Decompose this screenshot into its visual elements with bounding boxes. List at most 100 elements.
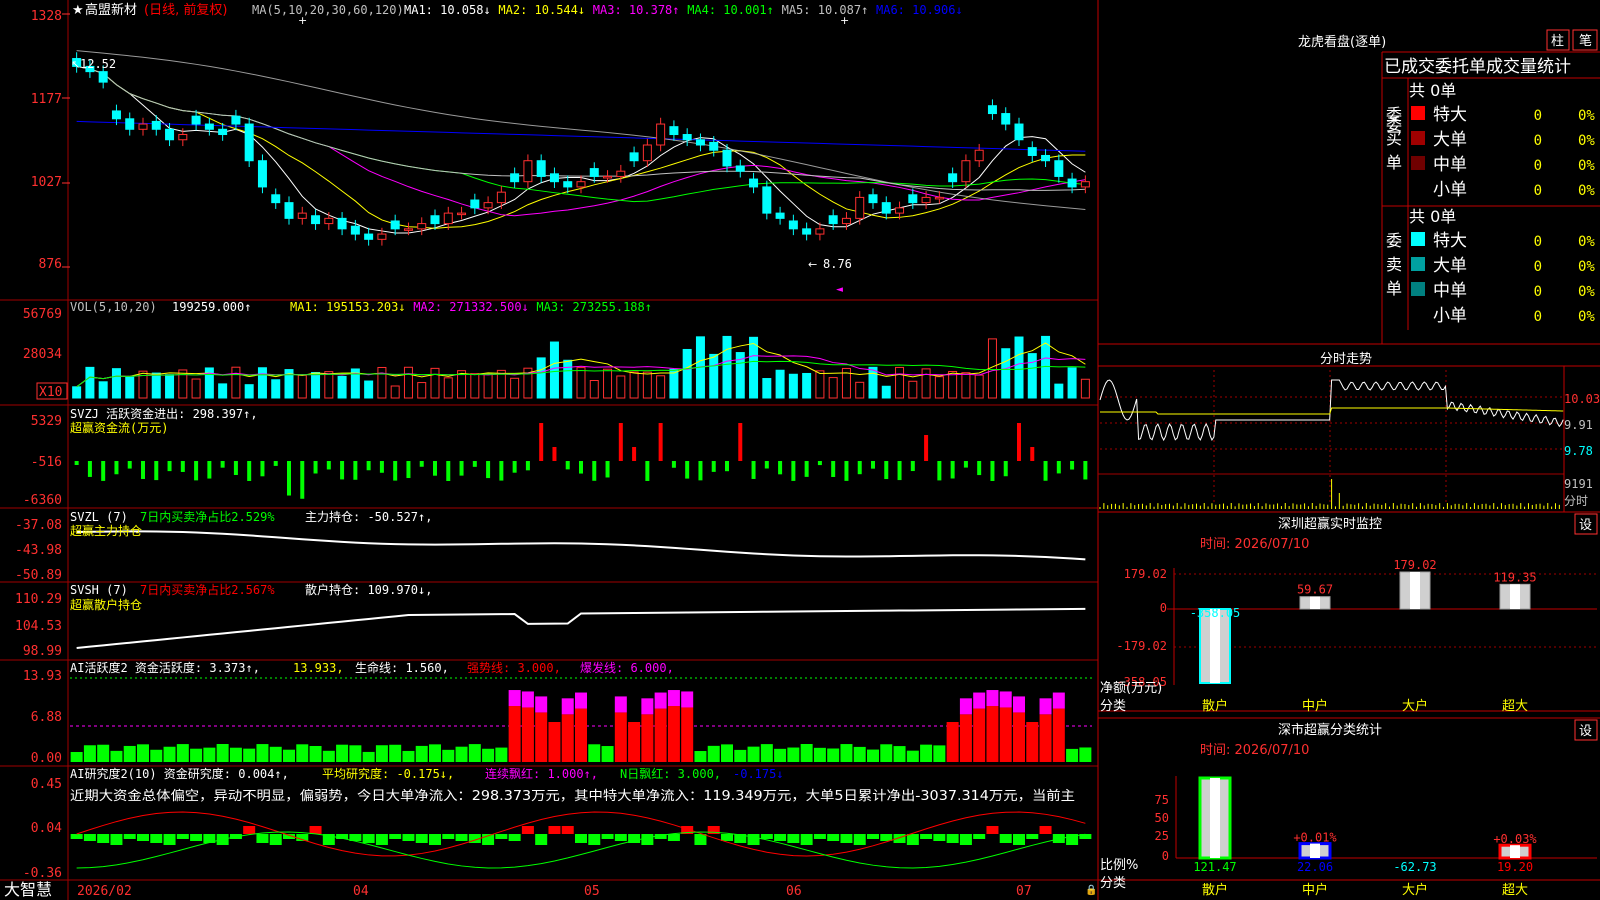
flow-bar [154,461,159,481]
activity-bar [375,745,388,762]
ma-value: MA1: 10.058↓ [404,3,491,17]
research-bar [176,834,189,839]
flow-bar [857,461,862,475]
flow-bar [725,461,729,472]
row-pct: 0% [1578,108,1595,124]
ai-research-header: AI研究度2(10) 资金研究度: 0.004↑, [70,766,289,781]
flow-bar [685,461,690,479]
research-bar [521,826,534,834]
activity-peak [959,698,972,715]
activity-bar [721,744,733,762]
intraday-axis-label: 10.03 [1564,392,1600,406]
research-bar [721,834,733,841]
candle-body [231,115,241,125]
date-axis-label: 04 [353,884,369,899]
row-value: 0 [1534,259,1542,275]
activity-bar [734,749,747,762]
activity-bar [561,714,574,762]
research-bar [1039,826,1052,834]
category-label: 散户 [1202,698,1228,714]
sz-axis-label: 179.02 [1124,567,1167,581]
flow-bar [924,435,929,461]
flow-bar [101,461,106,481]
svsh-axis-label: 110.29 [15,592,62,607]
flow-bar [260,461,265,477]
row-value: 0 [1534,284,1542,300]
volume-bar [483,373,493,399]
vertical-label: 委 [1386,231,1402,250]
volume-bar [775,369,785,399]
candle-body [709,141,719,151]
flow-bar [751,461,756,479]
high-mark: 12.52 [80,57,116,71]
column-button-label[interactable]: 柱 [1551,34,1564,49]
activity-bar [933,745,946,762]
candle-body [603,175,613,179]
activity-bar [535,712,548,762]
svzl-hold: 主力持仓: -50.527↑, [305,509,432,524]
research-bar [190,834,203,841]
candle-body [178,134,188,141]
row-name: 特大 [1433,231,1467,251]
lock-icon[interactable]: 🔒 [1085,884,1097,896]
activity-bar [123,745,136,762]
activity-bar [1039,714,1052,762]
svzl-axis-label: -37.08 [15,518,62,533]
category-label: 大户 [1402,698,1428,714]
settings-label[interactable]: 设 [1579,518,1592,533]
category-label: 超大 [1502,883,1528,898]
candle-body [576,181,586,188]
sz-axis-label: -179.02 [1116,639,1167,653]
research-bar [813,834,826,839]
candle-body [377,233,387,240]
period-label[interactable]: (日线, 前复权) [144,2,227,18]
price-axis-label: 1177 [31,92,62,107]
activity-bar [601,746,614,762]
flow-bar [167,461,172,472]
candle-body [682,134,692,141]
settings-label[interactable]: 设 [1579,724,1592,739]
flow-bar [738,423,743,461]
net-bar-label: 119.35 [1493,570,1536,584]
research-bar [535,834,548,845]
candle-body [1041,154,1051,162]
flow-bar [698,461,703,481]
volume-bar [257,367,267,399]
ai-research-nday: N日飘红: 3.000, [620,766,721,781]
flow-bar [459,461,464,476]
activity-bar [442,749,455,762]
sz-ylabel: 净额(万元) [1100,681,1162,696]
row-name: 小单 [1433,306,1467,326]
volume-bar [324,371,334,399]
research-bar [455,834,468,841]
activity-peak [575,692,587,709]
vol-axis-label: 28034 [23,347,62,362]
volume-bar [749,336,759,399]
app-logo: 大智慧 [4,880,52,899]
candle-body [563,181,573,188]
activity-bar [283,749,295,762]
candle-body [390,220,400,230]
volume-bar [895,366,905,399]
tick-button-label[interactable]: 笔 [1579,33,1592,49]
candle-body [311,215,321,225]
research-bar [880,834,893,841]
candle-body [589,168,599,177]
stock-name[interactable]: 高盟新材 [85,2,137,18]
flow-bar [910,461,915,472]
activity-bar [389,744,402,762]
volume-bar [1080,378,1090,399]
vertical-label: 单 [1386,279,1402,298]
cursor-marker-icon: ◄ [836,285,843,295]
flow-bar [645,461,650,481]
flow-bar [871,461,875,469]
cls-axis-label: 25 [1155,829,1169,843]
volume-bar [948,370,958,399]
flow-bar [340,461,345,480]
ai-research-axis-label: 0.04 [31,821,62,836]
research-bar [827,834,840,841]
class-bar-pct: +0.03% [1493,832,1537,846]
volume-bar [576,367,586,399]
class-bar-highlight [1210,778,1220,858]
cls-ylabel: 比例% [1100,858,1138,873]
